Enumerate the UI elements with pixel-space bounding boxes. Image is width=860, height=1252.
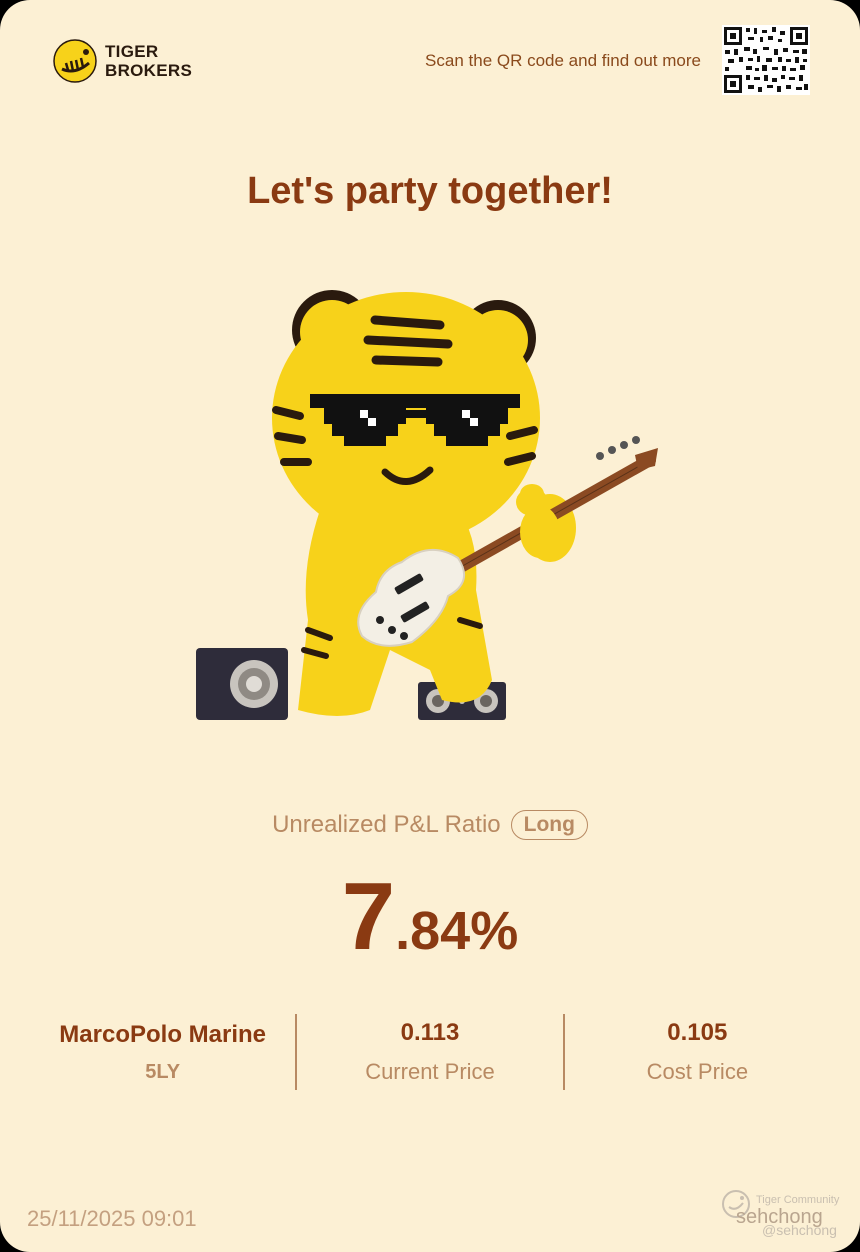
- current-price-label: Current Price: [365, 1059, 495, 1084]
- timestamp: 25/11/2025 09:01: [27, 1206, 197, 1231]
- tiger-guitar-illustration: [196, 290, 658, 720]
- pnl-value-fraction: .84%: [395, 901, 519, 961]
- share-card: TIGER BROKERS Scan the QR code and find …: [0, 0, 860, 1252]
- qr-caption: Scan the QR code and find out more: [425, 51, 701, 70]
- position-badge: Long: [510, 810, 588, 840]
- pnl-header: Unrealized P&L Ratio Long: [0, 810, 860, 840]
- speaker-left-icon: [196, 648, 288, 720]
- watermark-brand: Tiger Community: [756, 1194, 840, 1206]
- qr-code[interactable]: [722, 25, 810, 95]
- pnl-ratio-value: 7.84%: [0, 862, 860, 972]
- community-watermark: Tiger Community sehchong @sehchong: [718, 1186, 848, 1246]
- pnl-label: Unrealized P&L Ratio: [272, 811, 501, 838]
- cost-price-value: 0.105: [667, 1019, 728, 1046]
- brand-name: TIGER BROKERS: [105, 42, 192, 80]
- tiger-head: [272, 290, 540, 544]
- tiger-brokers-logo: TIGER BROKERS: [53, 39, 192, 83]
- tiger-logo-icon: [53, 39, 97, 83]
- cost-price-label: Cost Price: [646, 1059, 749, 1084]
- brand-line-2: BROKERS: [105, 61, 193, 80]
- cost-price-stat: 0.105 Cost Price: [565, 1012, 830, 1092]
- pnl-value-integer: 7: [341, 863, 396, 970]
- stock-name: MarcoPolo Marine: [59, 1020, 267, 1048]
- headline: Let's party together!: [247, 170, 613, 212]
- stock-info: MarcoPolo Marine 5LY: [30, 1012, 295, 1092]
- position-stats: MarcoPolo Marine 5LY 0.113 Current Price…: [30, 1012, 830, 1092]
- watermark-handle: @sehchong: [762, 1222, 837, 1238]
- brand-line-1: TIGER: [105, 42, 159, 61]
- current-price-value: 0.113: [400, 1019, 460, 1046]
- current-price-stat: 0.113 Current Price: [297, 1012, 562, 1092]
- stock-ticker: 5LY: [145, 1060, 181, 1083]
